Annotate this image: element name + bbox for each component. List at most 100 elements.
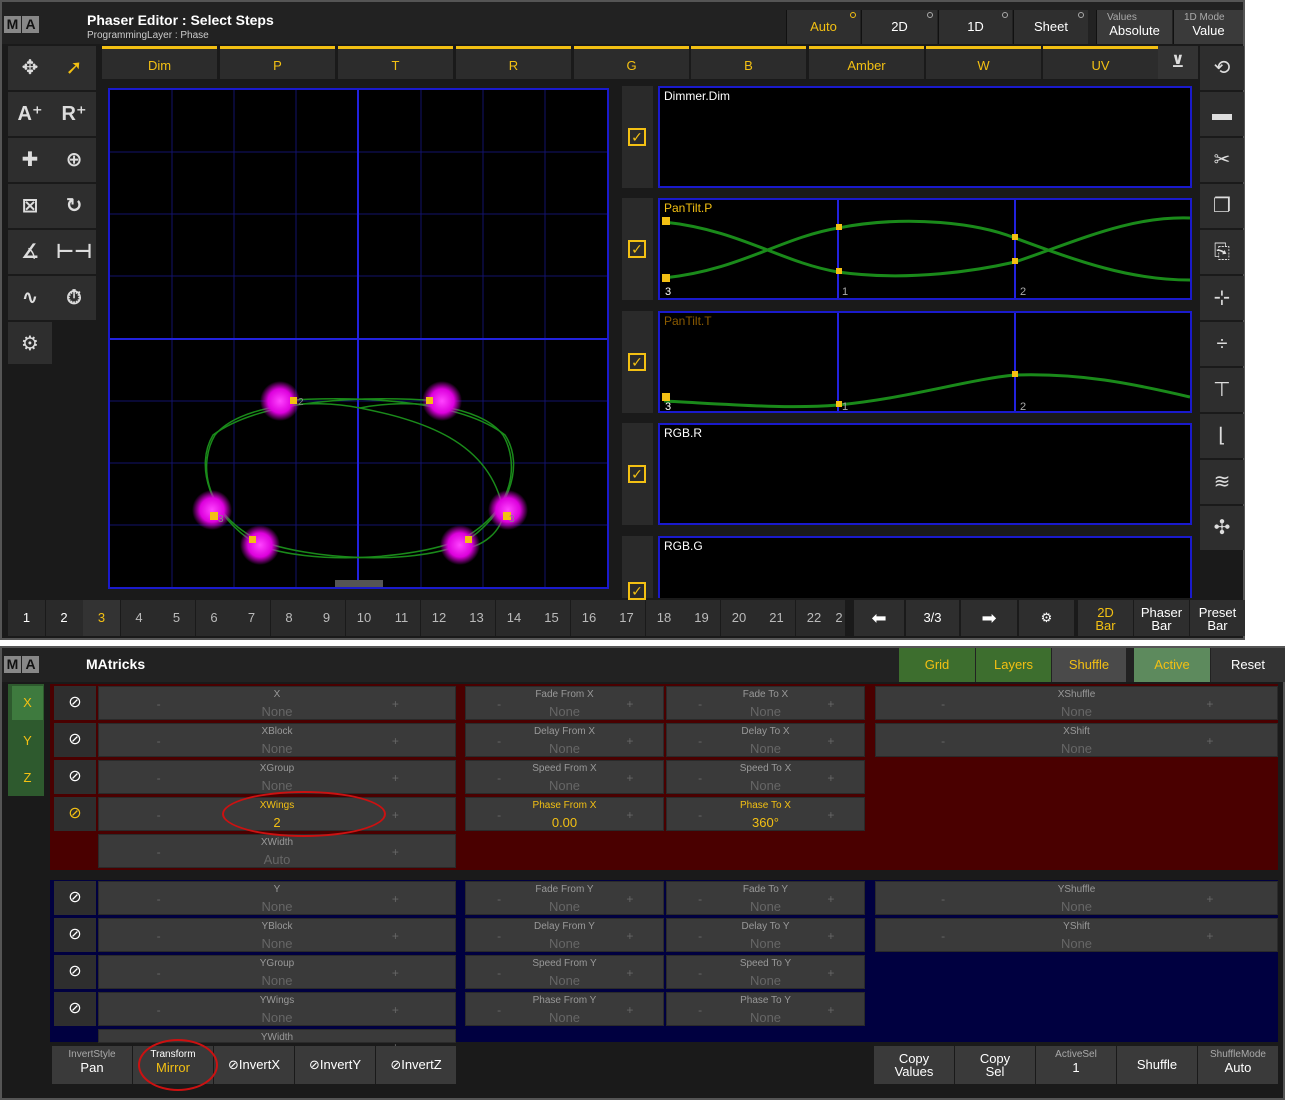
settings-icon[interactable]: ⚙ (8, 322, 52, 364)
attr-tab[interactable]: UV (1043, 46, 1158, 79)
axis-x-button[interactable]: X (12, 686, 43, 720)
graph-dimmer-checkbox[interactable]: ✓ (622, 86, 653, 188)
x-to-field[interactable]: - + Speed To X None (666, 760, 865, 794)
attr-tab[interactable]: Dim (102, 46, 217, 79)
axis-y-button[interactable]: Y (12, 724, 43, 758)
crosshair-icon[interactable]: ⊕ (52, 138, 96, 182)
invert-z-button[interactable]: ⊘InvertZ (376, 1046, 456, 1084)
graph-dimmer[interactable]: Dimmer.Dim (658, 86, 1192, 188)
invert-y-button[interactable]: ⊘InvertY (295, 1046, 375, 1084)
lock-toggle-icon[interactable]: ⊘ (54, 918, 96, 952)
x-to-field[interactable]: - + Fade To X None (666, 686, 865, 720)
step-button[interactable]: 8 (270, 600, 308, 636)
lock-toggle-icon[interactable]: ⊘ (54, 686, 96, 720)
y-shuffle-field[interactable]: - + YShift None (875, 918, 1278, 952)
x-from-field[interactable]: - + Delay From X None (465, 723, 664, 757)
prev-page-arrow-icon[interactable]: ⬅ (854, 600, 904, 636)
move-all-icon[interactable]: ✣ (1200, 506, 1244, 550)
x-from-field[interactable]: - + Phase From X 0.00 (465, 797, 664, 831)
attr-tab[interactable]: Amber (809, 46, 924, 79)
preset-bar-button[interactable]: Preset Bar (1190, 600, 1245, 636)
copy-sel-button[interactable]: Copy Sel (955, 1046, 1035, 1084)
graph-red-checkbox[interactable]: ✓ (622, 423, 653, 525)
stack-icon[interactable]: ≋ (1200, 460, 1244, 504)
x-shuffle-field[interactable]: - + XShift None (875, 723, 1278, 757)
x-from-field[interactable]: - + Speed From X None (465, 760, 664, 794)
invert-style-button[interactable]: InvertStyle Pan (52, 1046, 132, 1084)
step-button[interactable]: 3 (83, 600, 120, 636)
step-button[interactable]: 11 (383, 600, 420, 636)
graph-pan[interactable]: PanTilt.P 3 1 2 (658, 198, 1192, 300)
split-icon[interactable]: ⊹ (1200, 276, 1244, 320)
tab-shuffle[interactable]: Shuffle (1052, 648, 1126, 682)
move-icon[interactable]: ✚ (8, 138, 52, 182)
tab-layers[interactable]: Layers (976, 648, 1051, 682)
step-button[interactable]: 6 (195, 600, 233, 636)
step-button[interactable]: 12 (420, 600, 458, 636)
x-row[interactable]: - + XBlock None (98, 723, 456, 757)
add-absolute-icon[interactable]: A⁺ (8, 92, 52, 136)
phaser-bar-button[interactable]: Phaser Bar (1134, 600, 1189, 636)
paste-icon[interactable]: ⎘ (1200, 230, 1244, 274)
width-icon[interactable]: ⊢⊣ (52, 230, 96, 274)
x-from-field[interactable]: - + Fade From X None (465, 686, 664, 720)
y-to-field[interactable]: - + Phase To Y None (666, 992, 865, 1026)
corner-icon[interactable]: ⌊ (1200, 414, 1244, 458)
step-button[interactable]: 19 (683, 600, 720, 636)
step-button[interactable]: 10 (345, 600, 383, 636)
step-button[interactable]: 4 (120, 600, 158, 636)
lock-toggle-icon[interactable]: ⊘ (54, 881, 96, 915)
x-row[interactable]: - + XGroup None (98, 760, 456, 794)
graph-red[interactable]: RGB.R (658, 423, 1192, 525)
x-shuffle-field[interactable]: - + XShuffle None (875, 686, 1278, 720)
axis-z-button[interactable]: Z (12, 761, 43, 795)
x-row[interactable]: - + XWidth Auto (98, 834, 456, 868)
y-to-field[interactable]: - + Speed To Y None (666, 955, 865, 989)
add-relative-icon[interactable]: R⁺ (52, 92, 96, 136)
y-from-field[interactable]: - + Fade From Y None (465, 881, 664, 915)
step-button[interactable]: 1 (8, 600, 45, 636)
waveform-icon[interactable]: ∿ (8, 276, 52, 320)
step-settings-icon[interactable]: ⚙ (1019, 600, 1074, 636)
lock-toggle-icon[interactable]: ⊘ (54, 992, 96, 1026)
select-cursor-icon[interactable]: ➚ (52, 46, 96, 90)
1d-mode-dropdown[interactable]: 1D Mode Value (1173, 10, 1243, 44)
step-button[interactable]: 2 (45, 600, 83, 636)
reset-button[interactable]: Reset (1211, 648, 1285, 682)
attr-tab[interactable]: P (220, 46, 335, 79)
step-button[interactable]: 14 (495, 600, 533, 636)
y-row[interactable]: - + Y None (98, 881, 456, 915)
rotate-icon[interactable]: ↻ (52, 184, 96, 228)
mode-2d-button[interactable]: 2D (861, 10, 937, 44)
minus-icon[interactable]: ▬ (1200, 92, 1244, 136)
step-button[interactable]: 9 (308, 600, 345, 636)
copy-icon[interactable]: ❐ (1200, 184, 1244, 228)
step-button[interactable]: 17 (608, 600, 645, 636)
mode-sheet-button[interactable]: Sheet (1013, 10, 1088, 44)
step-button[interactable]: 16 (570, 600, 608, 636)
y-from-field[interactable]: - + Phase From Y None (465, 992, 664, 1026)
filter-icon[interactable]: ⊻ (1158, 46, 1198, 79)
lock-toggle-icon[interactable]: ⊘ (54, 797, 96, 831)
shuffle-mode-button[interactable]: ShuffleMode Auto (1198, 1046, 1278, 1084)
attr-tab[interactable]: T (338, 46, 453, 79)
x-row[interactable]: - + X None (98, 686, 456, 720)
attr-tab[interactable]: W (926, 46, 1041, 79)
active-sel-button[interactable]: ActiveSel 1 (1036, 1046, 1116, 1084)
invert-x-button[interactable]: ⊘InvertX (214, 1046, 294, 1084)
shuffle-button[interactable]: Shuffle (1117, 1046, 1197, 1084)
values-dropdown[interactable]: Values Absolute (1096, 10, 1172, 44)
2d-bar-button[interactable]: 2D Bar (1078, 600, 1133, 636)
mode-1d-button[interactable]: 1D (938, 10, 1012, 44)
lock-toggle-icon[interactable]: ⊘ (54, 955, 96, 989)
lock-toggle-icon[interactable]: ⊘ (54, 760, 96, 794)
step-button[interactable]: 18 (645, 600, 683, 636)
angle-icon[interactable]: ∡ (8, 230, 52, 274)
timer-icon[interactable]: ⏱ (52, 276, 96, 320)
step-button[interactable]: 2 (833, 600, 845, 636)
refresh-icon[interactable]: ⟲ (1200, 46, 1244, 90)
step-button[interactable]: 13 (458, 600, 495, 636)
phaser-2d-plot[interactable]: 2 3 3 (108, 88, 609, 589)
graph-tilt[interactable]: PanTilt.T 3 1 2 (658, 311, 1192, 413)
x-to-field[interactable]: - + Phase To X 360° (666, 797, 865, 831)
